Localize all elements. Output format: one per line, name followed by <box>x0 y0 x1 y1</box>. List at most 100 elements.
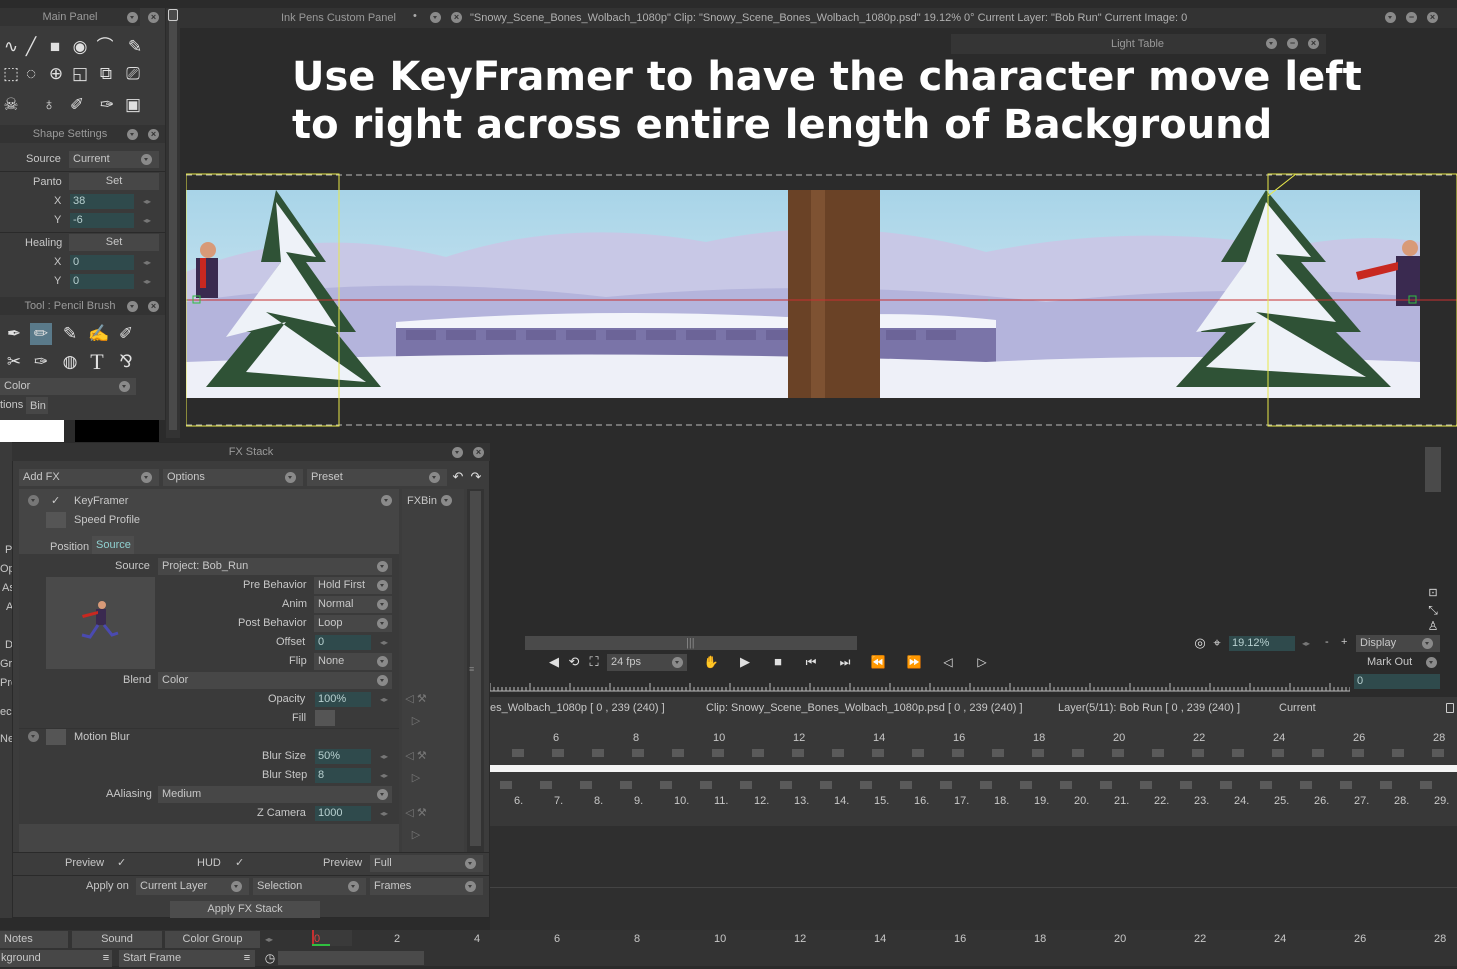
copy-icon[interactable]: ⧉ <box>95 63 117 85</box>
frame-cell[interactable] <box>580 781 592 789</box>
preset-select[interactable]: Preset <box>307 469 447 486</box>
offset-input[interactable]: 0 <box>315 635 371 650</box>
mark-out-menu[interactable] <box>1426 657 1437 668</box>
play-icon[interactable]: ▶ <box>734 651 756 673</box>
frame-cell[interactable] <box>780 781 792 789</box>
shape-settings-menu[interactable] <box>127 129 138 140</box>
tab-bin[interactable]: Bin <box>26 397 48 414</box>
options-dropdown-icon[interactable] <box>285 472 296 483</box>
lasso-icon[interactable]: ◌ <box>20 63 42 85</box>
pencil-brush-icon[interactable]: ✏ <box>30 323 52 345</box>
pre-behavior-dropdown-icon[interactable] <box>377 580 388 591</box>
post-behavior-dropdown-icon[interactable] <box>377 618 388 629</box>
fx-source-select[interactable]: Project: Bob_Run <box>158 558 392 575</box>
zoom-out-button[interactable]: - <box>1325 636 1329 648</box>
keyframer-collapse-icon[interactable] <box>28 495 39 506</box>
motion-blur-collapse-icon[interactable] <box>28 731 39 742</box>
camera-icon[interactable]: ⎚ <box>122 63 144 85</box>
start-frame-field[interactable]: Start Frame <box>119 950 255 967</box>
pen-icon[interactable]: ✒ <box>3 323 25 345</box>
bezier-tool-icon[interactable]: ⌒ <box>94 36 116 58</box>
zoom-stepper[interactable]: ◂▸ <box>1302 639 1310 648</box>
frame-cell[interactable] <box>672 749 684 757</box>
color-dropdown-icon[interactable] <box>119 381 130 392</box>
light-table-menu[interactable] <box>1266 38 1277 49</box>
airbrush-icon[interactable]: ✐ <box>115 323 137 345</box>
flip-dropdown-icon[interactable] <box>377 656 388 667</box>
frame-cell[interactable] <box>752 749 764 757</box>
blend-select[interactable]: Color <box>158 672 392 689</box>
frame-cell[interactable] <box>1260 781 1272 789</box>
light-table-close-icon[interactable]: × <box>1308 38 1319 49</box>
frame-cell[interactable] <box>1152 749 1164 757</box>
lock-icon[interactable] <box>168 9 178 21</box>
line-tool-icon[interactable]: ╱ <box>20 36 42 58</box>
frame-cell[interactable] <box>660 781 672 789</box>
panto-x-stepper[interactable]: ◂▸ <box>143 197 151 206</box>
timeline-track[interactable] <box>490 745 1457 795</box>
text-tool-icon[interactable]: T <box>86 351 108 373</box>
frame-cell[interactable] <box>1432 749 1444 757</box>
first-frame-icon[interactable]: ⏮ <box>800 651 822 673</box>
select-rect-icon[interactable]: ⬚ <box>0 63 22 85</box>
viewer-vertical-scrollbar[interactable] <box>1425 447 1441 492</box>
frame-cell[interactable] <box>1032 749 1044 757</box>
frame-cell[interactable] <box>1380 781 1392 789</box>
rectangle-tool-icon[interactable]: ■ <box>44 36 66 58</box>
panto-x-input[interactable]: 38 <box>70 194 134 209</box>
mark-out-input[interactable]: 0 <box>1354 674 1440 689</box>
speed-profile-checkbox[interactable] <box>46 512 66 528</box>
frame-cell[interactable] <box>1140 781 1152 789</box>
apply-on-dropdown-icon[interactable] <box>231 881 242 892</box>
zcamera-stepper[interactable]: ◂▸ <box>380 809 388 818</box>
offset-stepper[interactable]: ◂▸ <box>380 638 388 647</box>
zcamera-keyframe-icon[interactable]: ◁ ⚒ ▷ <box>405 802 427 841</box>
timeline-lower[interactable] <box>490 826 1457 930</box>
display-dropdown-icon[interactable] <box>1422 638 1433 649</box>
blur-size-keyframe-icon[interactable]: ◁ ⚒ ▷ <box>405 745 427 784</box>
frame-cell[interactable] <box>1020 781 1032 789</box>
opacity-stepper[interactable]: ◂▸ <box>380 695 388 704</box>
main-panel-scrollbar[interactable] <box>166 8 180 438</box>
fxbin-label[interactable]: FXBin <box>407 495 437 507</box>
main-panel-menu[interactable] <box>127 12 138 23</box>
color-select[interactable]: Color <box>0 378 136 395</box>
light-table-min-icon[interactable]: − <box>1287 38 1298 49</box>
blur-size-stepper[interactable]: ◂▸ <box>380 752 388 761</box>
healing-x-input[interactable]: 0 <box>70 255 134 270</box>
frame-cell[interactable] <box>980 781 992 789</box>
preset-dropdown-icon[interactable] <box>429 472 440 483</box>
step-back-icon[interactable]: ◁ <box>937 651 959 673</box>
tab-source[interactable]: Source <box>92 536 134 554</box>
frame-cell[interactable] <box>712 749 724 757</box>
frame-cell[interactable] <box>512 749 524 757</box>
frame-cell[interactable] <box>1272 749 1284 757</box>
fill-tool-icon[interactable]: ✎ <box>124 36 146 58</box>
add-fx-select[interactable]: Add FX <box>19 469 159 486</box>
frame-cell[interactable] <box>1392 749 1404 757</box>
timeline-lock-icon[interactable] <box>1446 703 1454 713</box>
fx-stack-menu[interactable] <box>452 447 463 458</box>
color-group-tab[interactable]: Color Group <box>165 931 260 948</box>
viewer-close-icon[interactable]: × <box>1427 12 1438 23</box>
frame-cell[interactable] <box>1192 749 1204 757</box>
fill-checkbox[interactable] <box>315 710 335 726</box>
frame-cell[interactable] <box>1420 781 1432 789</box>
source-dropdown-icon[interactable] <box>141 154 152 165</box>
tool-close-icon[interactable]: × <box>148 301 159 312</box>
opacity-input[interactable]: 100% <box>315 692 371 707</box>
preview-check[interactable]: ✓ <box>117 856 126 869</box>
panto-y-input[interactable]: -6 <box>70 213 134 228</box>
frame-cell[interactable] <box>740 781 752 789</box>
frame-cell[interactable] <box>940 781 952 789</box>
viewer-menu[interactable] <box>1385 12 1396 23</box>
smudge-icon[interactable]: ✑ <box>96 94 118 116</box>
next-key-icon[interactable]: ⏩ <box>903 651 925 673</box>
frame-cell[interactable] <box>1060 781 1072 789</box>
notes-tab[interactable]: Notes <box>0 931 68 948</box>
bottom-scrollbar[interactable] <box>278 951 424 965</box>
color-swatch-white[interactable] <box>0 420 64 442</box>
step-forward-icon[interactable]: ▷ <box>971 651 993 673</box>
fps-dropdown-icon[interactable] <box>672 657 683 668</box>
sound-tab[interactable]: Sound <box>72 931 162 948</box>
